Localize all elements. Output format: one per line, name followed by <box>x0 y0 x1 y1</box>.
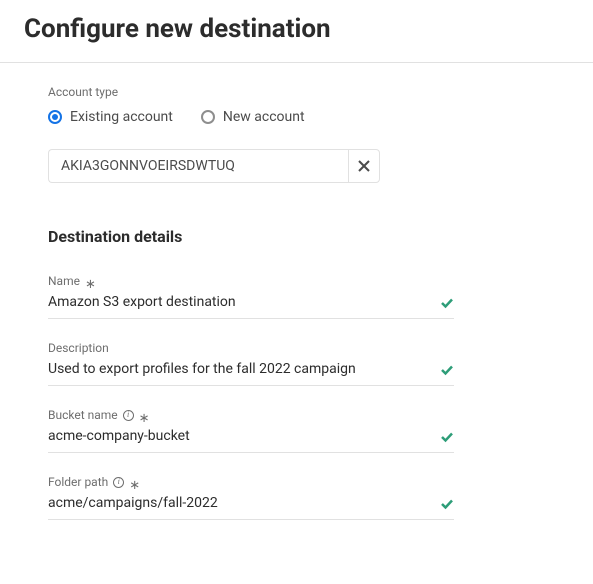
description-label: Description <box>48 341 109 355</box>
required-asterisk <box>85 278 96 291</box>
info-icon[interactable]: i <box>123 410 134 421</box>
folder-field: Folder path i <box>48 475 454 520</box>
radio-indicator-selected <box>48 110 62 124</box>
folder-label: Folder path <box>48 475 108 489</box>
radio-new-label: New account <box>223 109 305 125</box>
bucket-field: Bucket name i <box>48 408 454 453</box>
name-label: Name <box>48 274 80 288</box>
account-type-radios: Existing account New account <box>48 109 454 125</box>
account-select[interactable]: AKIA3GONNVOEIRSDWTUQ <box>48 149 348 183</box>
destination-details-heading: Destination details <box>48 227 454 246</box>
description-field: Description <box>48 341 454 386</box>
name-field: Name <box>48 274 454 319</box>
page-title: Configure new destination <box>24 14 569 44</box>
bucket-label: Bucket name <box>48 408 118 422</box>
valid-check-icon <box>440 496 454 510</box>
radio-new-account[interactable]: New account <box>201 109 305 125</box>
radio-existing-account[interactable]: Existing account <box>48 109 173 125</box>
valid-check-icon <box>440 295 454 309</box>
description-input[interactable] <box>48 361 440 377</box>
radio-existing-label: Existing account <box>70 109 173 125</box>
bucket-input[interactable] <box>48 428 440 444</box>
valid-check-icon <box>440 429 454 443</box>
info-icon[interactable]: i <box>113 477 124 488</box>
account-type-label: Account type <box>48 85 454 99</box>
close-icon <box>358 160 370 172</box>
valid-check-icon <box>440 362 454 376</box>
folder-input[interactable] <box>48 495 440 511</box>
name-input[interactable] <box>48 294 440 310</box>
radio-indicator <box>201 110 215 124</box>
required-asterisk <box>139 412 150 425</box>
clear-account-button[interactable] <box>348 149 380 183</box>
required-asterisk <box>129 479 140 492</box>
account-select-row: AKIA3GONNVOEIRSDWTUQ <box>48 149 380 183</box>
